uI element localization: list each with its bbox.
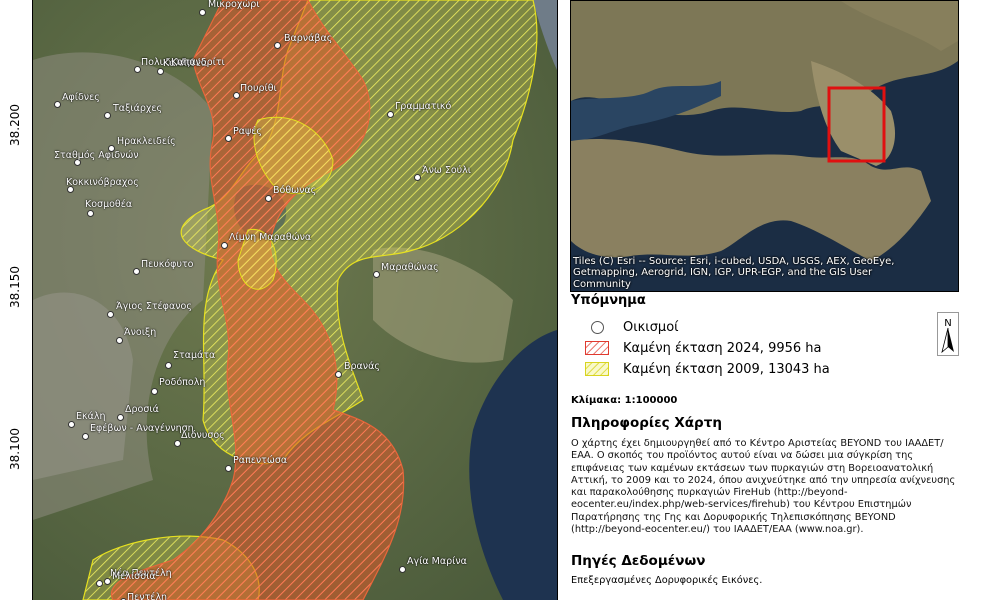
settlement-marker[interactable] xyxy=(414,174,421,181)
legend-item-burn-2024: Καμένη έκταση 2024, 9956 ha xyxy=(585,338,822,358)
main-map[interactable]: Μικροχώρι Βαρνάβας Πολυδενδρι Καλλιθέα Κ… xyxy=(32,0,558,600)
settlement-label: Ταξιάρχες xyxy=(113,103,163,114)
settlement-marker[interactable] xyxy=(104,578,111,585)
settlement-label: Λίμνη Μαραθώνα xyxy=(229,232,312,243)
settlement-label: Πευκόφυτο xyxy=(141,259,194,270)
settlement-label: Μαραθώνας xyxy=(381,262,439,273)
settlement-marker[interactable] xyxy=(107,311,114,318)
north-arrow-icon: N xyxy=(937,312,959,356)
settlement-label: Άνω Σούλι xyxy=(422,165,472,176)
settlement-marker[interactable] xyxy=(233,92,240,99)
latitude-label: 38.200 xyxy=(8,104,22,146)
settlement-label: Δροσιά xyxy=(125,404,159,415)
settlement-marker[interactable] xyxy=(133,268,140,275)
yellow-hatch-icon xyxy=(585,362,609,376)
legend-item-settlements: Οικισμοί xyxy=(585,317,679,337)
settlement-marker[interactable] xyxy=(221,242,228,249)
settlement-label: Πεντέλη xyxy=(127,592,168,600)
settlement-marker[interactable] xyxy=(265,195,272,202)
settlement-circle-icon xyxy=(591,320,604,334)
settlement-label: Αγία Μαρίνα xyxy=(407,556,467,567)
settlement-label: Ροδόπολη xyxy=(159,377,206,388)
legend-label: Καμένη έκταση 2009, 13043 ha xyxy=(623,361,830,377)
settlement-label: Άνοιξη xyxy=(124,327,157,338)
settlement-marker[interactable] xyxy=(116,337,123,344)
settlement-marker[interactable] xyxy=(399,566,406,573)
settlement-label: Ραψές xyxy=(233,126,262,137)
map-canvas xyxy=(33,0,557,600)
settlement-marker[interactable] xyxy=(225,465,232,472)
settlement-label: Μελίσσια xyxy=(112,571,156,582)
settlement-label: Σταμάτα xyxy=(173,350,216,361)
settlement-label: Βαρνάβας xyxy=(284,33,333,44)
settlement-label: Ηρακλειδείς xyxy=(117,136,176,147)
settlement-label: Γραμματικό xyxy=(395,101,452,112)
settlement-marker[interactable] xyxy=(134,66,141,73)
legend-item-burn-2009: Καμένη έκταση 2009, 13043 ha xyxy=(585,359,830,379)
legend-label: Οικισμοί xyxy=(623,319,679,335)
settlement-label: Άγιος Στέφανος xyxy=(116,301,192,312)
settlement-marker[interactable] xyxy=(82,433,89,440)
settlement-label: Κοσμοθέα xyxy=(85,199,133,210)
settlement-marker[interactable] xyxy=(68,421,75,428)
map-scale: Κλίμακα: 1:100000 xyxy=(571,395,678,406)
red-hatch-icon xyxy=(585,341,609,355)
settlement-label: Βόθωνας xyxy=(273,185,317,196)
settlement-label: Αφίδνες xyxy=(62,92,100,103)
settlement-marker[interactable] xyxy=(157,68,164,75)
settlement-marker[interactable] xyxy=(87,210,94,217)
settlement-marker[interactable] xyxy=(199,9,206,16)
north-arrow: N xyxy=(937,312,959,356)
settlement-marker[interactable] xyxy=(225,135,232,142)
settlement-label: Εκάλη xyxy=(76,411,106,422)
inset-attribution: Tiles (C) Esri -- Source: Esri, i-cubed,… xyxy=(573,255,895,290)
info-title: Πληροφορίες Χάρτη xyxy=(571,415,722,431)
settlement-marker[interactable] xyxy=(165,362,172,369)
legend-title: Υπόμνημα xyxy=(571,293,646,308)
settlement-label: Εφέβων - Αναγέννηση xyxy=(90,423,194,434)
settlement-label: Διόνυσος xyxy=(181,430,225,441)
sources-text: Επεξεργασμένες Δορυφορικές Εικόνες. xyxy=(571,575,763,586)
legend-label: Καμένη έκταση 2024, 9956 ha xyxy=(623,340,822,356)
settlement-marker[interactable] xyxy=(117,414,124,421)
settlement-marker[interactable] xyxy=(151,388,158,395)
inset-canvas xyxy=(571,1,958,291)
settlement-label: Καπανδρίτι xyxy=(171,57,225,68)
settlement-label: Μικροχώρι xyxy=(208,0,260,10)
settlement-marker[interactable] xyxy=(335,371,342,378)
info-text: Ο χάρτης έχει δημιουργηθεί από το Κέντρο… xyxy=(571,438,956,536)
sources-title: Πηγές Δεδομένων xyxy=(571,553,706,569)
settlement-marker[interactable] xyxy=(387,111,394,118)
settlement-marker[interactable] xyxy=(96,580,103,587)
settlement-marker[interactable] xyxy=(373,271,380,278)
settlement-label: Βρανάς xyxy=(344,361,380,372)
settlement-marker[interactable] xyxy=(54,101,61,108)
inset-map[interactable]: Tiles (C) Esri -- Source: Esri, i-cubed,… xyxy=(570,0,959,292)
settlement-label: Ραπεντώσα xyxy=(233,455,288,466)
settlement-label: Σταθμός Αφιδνών xyxy=(54,150,139,161)
north-label: N xyxy=(944,318,951,329)
settlement-label: Πουρίθι xyxy=(240,83,277,94)
settlement-label: Κοκκινόβραχος xyxy=(66,177,139,188)
latitude-label: 38.100 xyxy=(8,428,22,470)
settlement-marker[interactable] xyxy=(104,112,111,119)
latitude-label: 38.150 xyxy=(8,266,22,308)
settlement-marker[interactable] xyxy=(174,440,181,447)
settlement-marker[interactable] xyxy=(274,42,281,49)
